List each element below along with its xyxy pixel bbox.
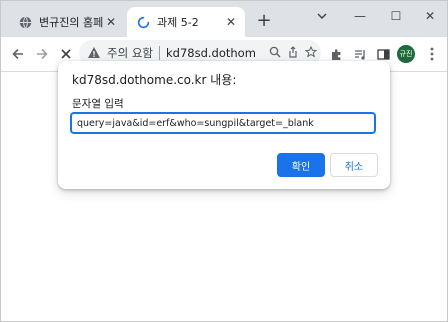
tab-close-icon[interactable]: ✕ (103, 14, 119, 30)
new-tab-button[interactable]: + (253, 9, 275, 31)
profile-avatar[interactable]: 규진 (397, 45, 415, 63)
prompt-input[interactable] (70, 112, 376, 134)
tab-strip: 변규진의 홈페이지 ✕ 과제 5-2 ✕ + — ☐ ✕ (1, 1, 447, 37)
omnibox-divider (158, 46, 160, 60)
forward-button[interactable] (31, 43, 53, 65)
tab-assignment[interactable]: 과제 5-2 ✕ (127, 7, 245, 37)
menu-kebab-icon[interactable] (421, 43, 443, 65)
cancel-button[interactable]: 취소 (330, 153, 378, 177)
maximize-button[interactable]: ☐ (379, 1, 413, 31)
loading-spinner-icon (135, 14, 151, 30)
security-label[interactable]: 주의 요함 (107, 45, 153, 61)
close-window-button[interactable]: ✕ (413, 1, 447, 31)
zoom-icon[interactable] (269, 46, 281, 61)
tab-homepage[interactable]: 변규진의 홈페이지 ✕ (9, 7, 125, 37)
dialog-title: kd78sd.dothome.co.kr 내용: (72, 73, 237, 87)
warning-icon[interactable] (87, 46, 101, 60)
bookmark-star-icon[interactable] (304, 45, 318, 61)
browser-window: 변규진의 홈페이지 ✕ 과제 5-2 ✕ + — ☐ ✕ (0, 0, 448, 322)
ok-button[interactable]: 확인 (277, 153, 325, 177)
minimize-button[interactable]: — (343, 1, 377, 31)
url-text[interactable]: kd78sd.dothome.co.kr (166, 46, 256, 60)
back-button[interactable] (7, 43, 29, 65)
stop-icon (61, 49, 71, 59)
tab-title: 과제 5-2 (157, 16, 199, 29)
share-icon[interactable] (287, 45, 299, 61)
tab-close-icon[interactable]: ✕ (223, 14, 239, 30)
tab-title: 변규진의 홈페이지 (39, 16, 103, 29)
dialog-message: 문자열 입력 (72, 98, 124, 110)
tab-search-icon[interactable] (305, 1, 339, 31)
back-arrow-icon (12, 48, 23, 60)
forward-arrow-icon (37, 48, 48, 60)
globe-icon (17, 14, 33, 30)
prompt-dialog: kd78sd.dothome.co.kr 내용: 문자열 입력 확인 취소 (58, 61, 390, 189)
